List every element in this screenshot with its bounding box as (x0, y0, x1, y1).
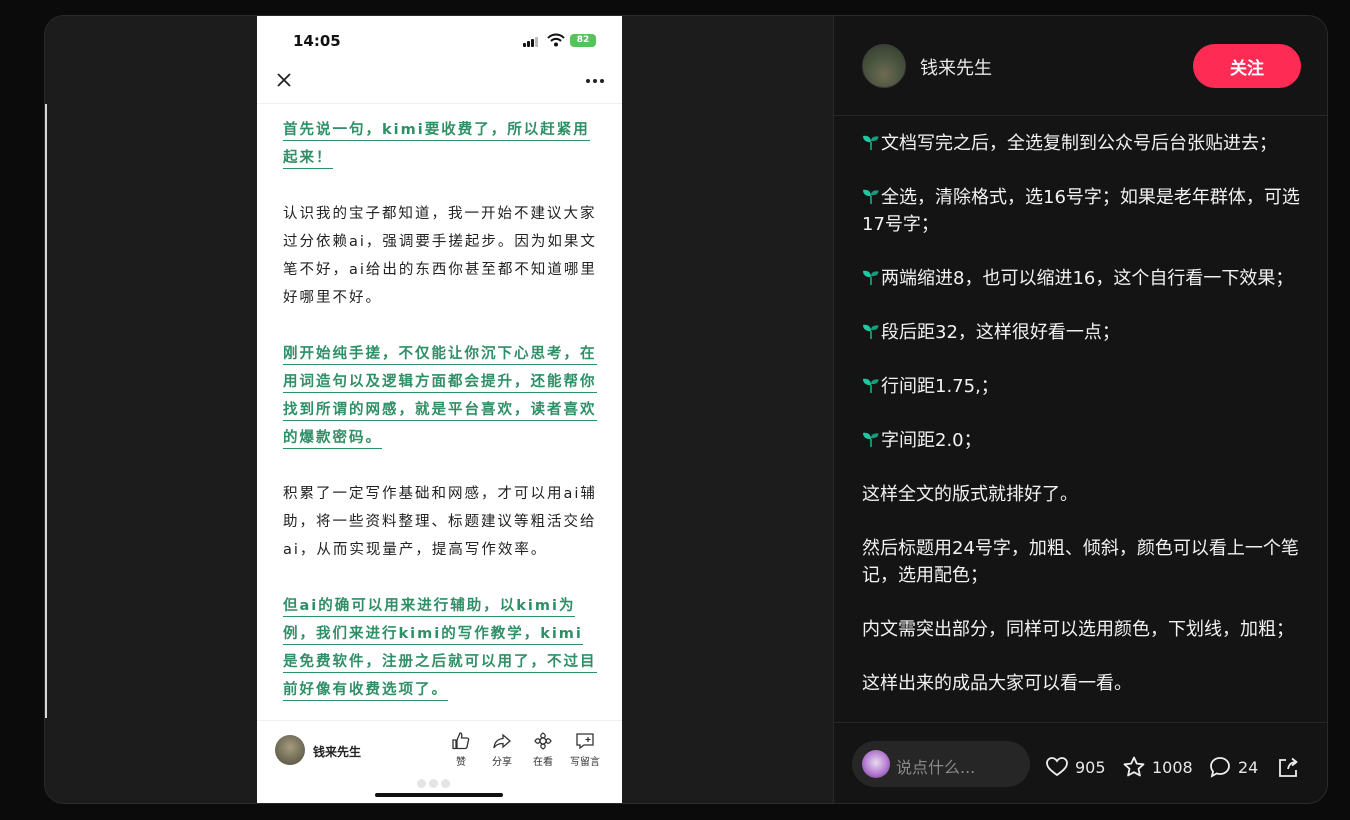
close-icon (277, 73, 291, 87)
signal-icon (523, 37, 539, 47)
phone-comment-action: 写留言 (567, 731, 603, 768)
note-text-line: 文档写完之后，全选复制到公众号后台张贴进去； (862, 130, 1306, 157)
engagement-bar: 说点什么... 905 1008 24 (834, 722, 1327, 803)
favorite-button[interactable]: 1008 (1122, 755, 1193, 781)
phone-share-action: 分享 (484, 731, 520, 768)
sprout-icon (863, 270, 879, 285)
thumbs-up-icon (452, 732, 470, 750)
heart-icon (1046, 757, 1068, 777)
share-icon[interactable] (1275, 755, 1301, 781)
author-name[interactable]: 钱来先生 (920, 54, 992, 80)
avatar (862, 750, 890, 778)
share-icon (493, 733, 511, 749)
sprout-icon (863, 189, 879, 204)
phone-time: 14:05 (293, 32, 341, 50)
note-text-line: 两端缩进8，也可以缩进16，这个自行看一下效果； (862, 265, 1306, 292)
article-body: 首先说一句，kimi要收费了，所以赶紧用起来！ 认识我的宝子都知道，我一开始不建… (283, 116, 597, 732)
home-indicator (375, 793, 503, 797)
sprout-icon (863, 432, 879, 447)
note-text-line: 内文需突出部分，同样可以选用颜色，下划线，加粗； (862, 619, 1294, 640)
phone-action-bar: 钱来先生 赞 分享 在看 写留言 (257, 720, 622, 803)
note-detail-modal: 14:05 82 首先说一句，kimi要收费了，所以赶紧用起来！ 认识我的宝子都… (44, 15, 1328, 804)
article-paragraph: 但ai的确可以用来进行辅助，以kimi为例，我们来进行kimi的写作教学，kim… (283, 592, 597, 704)
note-text-line: 行间距1.75,； (862, 373, 1306, 400)
follow-button[interactable]: 关注 (1193, 44, 1301, 88)
comment-placeholder: 说点什么... (896, 758, 976, 777)
media-viewer: 14:05 82 首先说一句，kimi要收费了，所以赶紧用起来！ 认识我的宝子都… (45, 16, 833, 803)
image-pager-dots (417, 773, 457, 788)
phone-like-action: 赞 (443, 731, 479, 768)
comment-bubble-icon (1210, 757, 1230, 778)
note-text-line: 段后距32，这样很好看一点； (862, 319, 1306, 346)
like-button[interactable]: 905 (1045, 755, 1106, 781)
article-paragraph: 首先说一句，kimi要收费了，所以赶紧用起来！ (283, 116, 597, 172)
wifi-icon (547, 33, 565, 47)
sprout-icon (863, 135, 879, 150)
author-header: 钱来先生 关注 (834, 16, 1327, 116)
phone-nav-bar (257, 62, 622, 104)
sprout-icon (863, 378, 879, 393)
flower-icon (534, 732, 552, 750)
note-info-panel: 钱来先生 关注 文档写完之后，全选复制到公众号后台张贴进去； 全选，清除格式，选1… (833, 16, 1327, 803)
note-text-line: 这样出来的成品大家可以看一看。 (862, 673, 1132, 694)
article-paragraph: 积累了一定写作基础和网感，才可以用ai辅助，将一些资料整理、标题建议等粗活交给a… (283, 486, 597, 558)
note-image-phone-screenshot: 14:05 82 首先说一句，kimi要收费了，所以赶紧用起来！ 认识我的宝子都… (257, 16, 622, 803)
avatar (275, 735, 305, 765)
sprout-icon (863, 324, 879, 339)
phone-wow-action: 在看 (525, 731, 561, 768)
note-text: 文档写完之后，全选复制到公众号后台张贴进去； 全选，清除格式，选16号字；如果是老… (862, 130, 1306, 724)
note-text-line: 字间距2.0； (862, 427, 1306, 454)
comment-icon (576, 733, 594, 750)
note-text-line: 这样全文的版式就排好了。 (862, 484, 1078, 505)
previous-image-edge (45, 104, 47, 718)
note-text-line: 然后标题用24号字，加粗、倾斜，颜色可以看上一个笔记，选用配色； (862, 538, 1299, 586)
article-paragraph: 认识我的宝子都知道，我一开始不建议大家过分依赖ai，强调要手搓起步。因为如果文笔… (283, 206, 597, 306)
phone-status-bar: 14:05 82 (257, 16, 622, 62)
battery-icon: 82 (570, 34, 596, 47)
phone-author-name: 钱来先生 (313, 745, 362, 759)
note-text-line: 全选，清除格式，选16号字；如果是老年群体，可选17号字； (862, 187, 1300, 235)
comment-input[interactable]: 说点什么... (852, 741, 1030, 787)
star-icon (1123, 756, 1145, 777)
avatar[interactable] (862, 44, 906, 88)
like-count: 905 (1075, 758, 1106, 777)
favorite-count: 1008 (1152, 758, 1193, 777)
article-paragraph: 刚开始纯手搓，不仅能让你沉下心思考，在用词造句以及逻辑方面都会提升，还能帮你找到… (283, 340, 597, 452)
comment-count: 24 (1238, 758, 1259, 777)
comments-button[interactable]: 24 (1208, 755, 1258, 781)
more-icon (586, 79, 604, 83)
